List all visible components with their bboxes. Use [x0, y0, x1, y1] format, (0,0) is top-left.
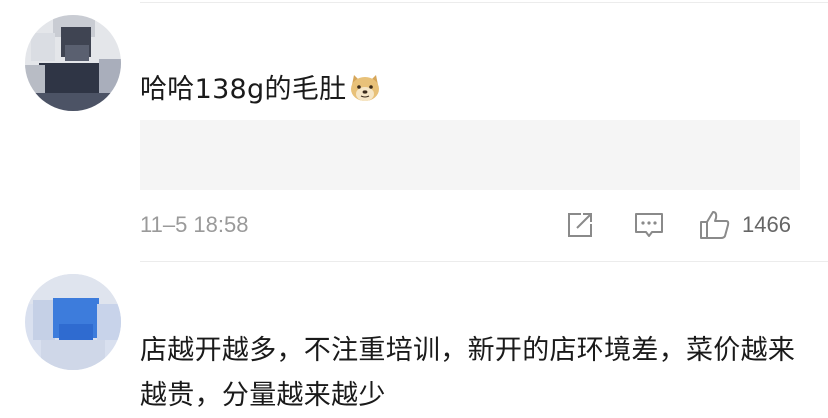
avatar[interactable]	[25, 15, 121, 111]
thumbs-up-icon[interactable]	[698, 208, 732, 242]
like-count: 1466	[742, 212, 791, 237]
comment-text: 店越开越多，不注重培训，新开的店环境差，菜价越来越贵，分量越来越少	[140, 335, 796, 411]
top-divider	[140, 2, 828, 3]
comment-icon[interactable]	[632, 208, 666, 242]
comment-text: 哈哈138g的毛肚	[140, 70, 382, 110]
comment-timestamp: 11–5 18:58	[140, 212, 249, 237]
doge-emoji	[348, 73, 382, 103]
quoted-content-box[interactable]	[140, 120, 800, 190]
repost-icon[interactable]	[563, 208, 597, 242]
comment-divider	[140, 261, 828, 262]
avatar[interactable]	[25, 274, 121, 370]
